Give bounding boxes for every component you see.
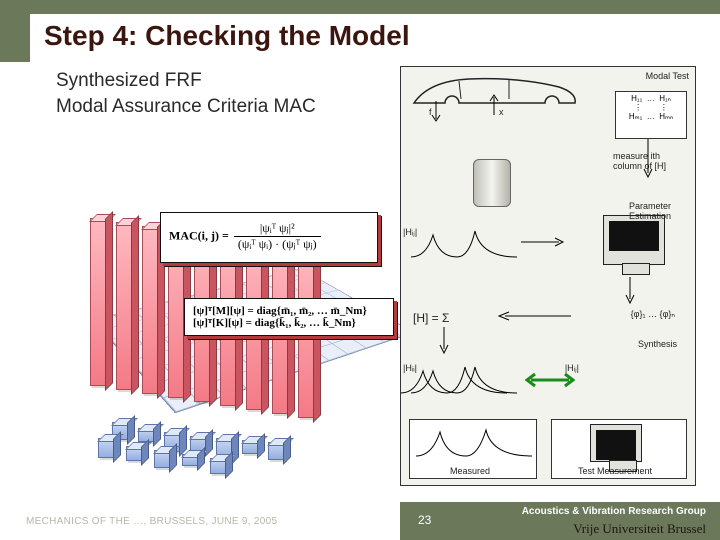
label-test-meas: Test Measurement <box>578 466 652 476</box>
matrix-H: H₁₁ … H₁ₙ ⋮ ⋮ Hₘ₁ … Hₘₙ <box>615 91 687 139</box>
phi-set: {φ}₁ … {φ}ₙ <box>631 309 675 320</box>
bar-diag <box>116 222 133 390</box>
bar-offdiag <box>210 458 227 474</box>
arrow-down-icon <box>439 327 449 355</box>
computer-icon <box>603 215 665 265</box>
test-measurement-box: Test Measurement <box>551 419 687 479</box>
bar-diag <box>90 218 107 386</box>
mac-denominator: (ψᵢᵀ ψᵢ) · (ψⱼᵀ ψⱼ) <box>234 237 321 252</box>
mac-numerator: |ψᵢᵀ ψⱼ|² <box>234 221 321 237</box>
label-synthesis: Synthesis <box>638 339 677 349</box>
label-Hij-left: |Hᵢⱼ| <box>403 227 417 238</box>
diag-m-eq: [ψ]ᵀ[M][ψ] = diag{m̄₁, m̄₂, … m̄_Nm} <box>193 305 385 317</box>
equation-mac: MAC(i, j) = |ψᵢᵀ ψⱼ|² (ψᵢᵀ ψᵢ) · (ψⱼᵀ ψⱼ… <box>160 212 378 263</box>
equation-diag: [ψ]ᵀ[M][ψ] = diag{m̄₁, m̄₂, … m̄_Nm} [ψ]… <box>184 298 394 336</box>
arrow-up-icon <box>489 93 499 115</box>
research-group: Acoustics & Vibration Research Group <box>522 506 706 517</box>
arrow-down-icon <box>625 277 635 305</box>
bar-offdiag <box>182 454 199 466</box>
bar-offdiag <box>98 438 115 458</box>
diag-k-eq: [ψ]ᵀ[K][ψ] = diag{k̄₁, k̄₂, … k̄_Nm} <box>193 317 385 329</box>
university-name: Vrije Universiteit Brussel <box>573 521 706 537</box>
label-measured: Measured <box>450 466 490 476</box>
slide-title: Step 4: Checking the Model <box>30 14 720 62</box>
bar-offdiag <box>126 446 143 461</box>
arrow-down-icon <box>643 139 653 179</box>
page-number: 23 <box>418 513 431 527</box>
bar-offdiag <box>154 450 171 468</box>
arrow-right-icon <box>521 237 565 247</box>
compare-double-arrow-icon <box>525 371 575 389</box>
bar-diag <box>142 226 159 394</box>
content-area: Synthesized FRF Modal Assurance Criteria… <box>38 68 696 496</box>
footer-right-band: 23 Acoustics & Vibration Research Group … <box>400 502 720 540</box>
label-param-est: Parameter Estimation <box>629 201 689 221</box>
x-label: x <box>499 107 504 117</box>
frf-wave-1 <box>411 227 517 261</box>
sum-eq: [H] = Σ <box>413 311 449 325</box>
figure-mac-chart: MAC(i, j) = |ψᵢᵀ ψⱼ|² (ψᵢᵀ ψᵢ) · (ψⱼᵀ ψⱼ… <box>32 140 392 490</box>
figure-modal-test-schematic: Modal Test f x H₁₁ … H₁ₙ ⋮ ⋮ Hₘ₁ … Hₘₙ m… <box>400 66 696 486</box>
sensor-cylinder-icon <box>473 159 511 207</box>
bar-offdiag <box>268 442 285 460</box>
footer: MECHANICS OF THE …, BRUSSELS, JUNE 9, 20… <box>0 502 720 540</box>
mac-label: MAC(i, j) = <box>169 228 229 242</box>
frf-wave-meas <box>401 363 507 397</box>
label-modal-test: Modal Test <box>646 71 689 81</box>
arrow-left-icon <box>497 311 571 321</box>
title-band: Step 4: Checking the Model <box>0 0 720 62</box>
arrow-down-icon <box>431 101 441 123</box>
bar-offdiag <box>242 440 259 454</box>
measured-box: Measured <box>409 419 537 479</box>
footer-left-text: MECHANICS OF THE …, BRUSSELS, JUNE 9, 20… <box>0 502 400 540</box>
